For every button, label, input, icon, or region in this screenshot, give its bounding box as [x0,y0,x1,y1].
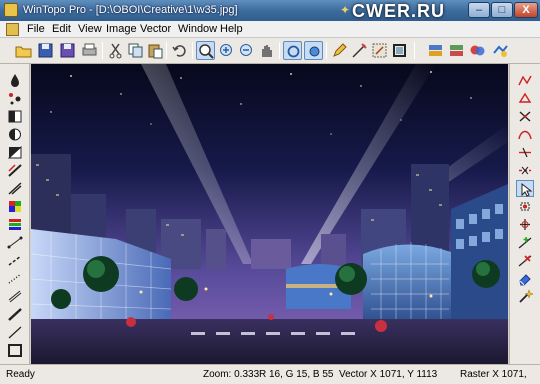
curve-icon[interactable] [516,126,534,143]
rectangle-icon[interactable] [6,342,24,359]
line-pen-icon[interactable] [350,41,369,60]
status-color: R 16, G 15, B 55 [259,369,334,380]
vector-layers-icon[interactable] [447,41,466,60]
main-toolbar [0,38,540,64]
pencil-icon[interactable] [330,41,349,60]
city-night-photo [31,64,508,364]
color-palette-icon[interactable] [6,198,24,215]
node-select-icon[interactable] [516,198,534,215]
menu-edit[interactable]: Edit [52,23,71,35]
title-bar: WinTopo Pro - [D:\OBOI\Creative\1\w35.jp… [0,0,540,21]
left-toolbar [0,64,30,364]
save-icon[interactable] [36,41,55,60]
open-folder-icon[interactable] [14,41,33,60]
zoom-in-icon[interactable] [217,41,236,60]
contrast-full-icon[interactable] [6,126,24,143]
zoom-out-icon[interactable] [237,41,256,60]
dash-line-icon[interactable] [6,252,24,269]
eraser-icon[interactable] [516,270,534,287]
node-add-icon[interactable] [516,234,534,251]
maximize-button[interactable]: □ [491,2,513,18]
status-zoom: Zoom: 0.333 [203,369,260,380]
split-icon[interactable] [516,144,534,161]
convert-icon[interactable] [491,41,510,60]
magic-select-icon[interactable] [516,288,534,305]
menu-window[interactable]: Window [178,23,217,35]
stroke-line-icon[interactable] [6,306,24,323]
image-canvas[interactable] [31,64,508,364]
fill-drop-icon[interactable] [6,72,24,89]
thin-line-icon[interactable] [6,234,24,251]
black-white-icon[interactable] [6,144,24,161]
menu-vector[interactable]: Vector [140,23,171,35]
polyline-icon[interactable] [516,72,534,89]
copy-icon[interactable] [126,41,145,60]
status-vector-coords: Vector X 1071, Y 1113 [339,369,438,380]
status-ready: Ready [6,369,35,380]
color-bars-icon[interactable] [6,216,24,233]
paste-icon[interactable] [146,41,165,60]
raster-layers-icon[interactable] [426,41,445,60]
window-title: WinTopo Pro - [D:\OBOI\Creative\1\w35.jp… [23,4,238,16]
polygon-icon[interactable] [516,90,534,107]
contrast-half-icon[interactable] [6,108,24,125]
diagonal-filter-icon[interactable] [6,180,24,197]
join-icon[interactable] [516,162,534,179]
zoom-window-icon[interactable] [196,41,215,60]
node-delete-icon[interactable] [516,252,534,269]
close-button[interactable]: X [514,2,538,18]
cursor-select-icon[interactable] [516,180,534,197]
double-line-icon[interactable] [6,288,24,305]
menu-view[interactable]: View [78,23,102,35]
menu-file[interactable]: File [27,23,45,35]
undo-icon[interactable] [170,41,189,60]
status-raster-coords: Raster X 1071, [460,369,527,380]
select-circle-icon[interactable] [304,41,323,60]
cross-node-icon[interactable] [516,108,534,125]
select-round-icon[interactable] [283,41,302,60]
dot-line-icon[interactable] [6,270,24,287]
snap-icon[interactable] [516,216,534,233]
line-tool-icon[interactable] [6,324,24,341]
document-menu-icon[interactable] [6,23,19,36]
right-toolbar [509,64,540,364]
cut-icon[interactable] [106,41,125,60]
watermark-star-icon: ✦ [340,3,351,17]
status-bar: Ready Zoom: 0.333 R 16, G 15, B 55 Vecto… [0,364,540,384]
crop-icon[interactable] [390,41,409,60]
menu-help[interactable]: Help [220,23,243,35]
pan-hand-icon[interactable] [257,41,276,60]
save-as-icon[interactable] [58,41,77,60]
minimize-button[interactable]: – [468,2,490,18]
dots-icon[interactable] [6,90,24,107]
app-icon [4,3,18,17]
print-icon[interactable] [80,41,99,60]
menu-image[interactable]: Image [106,23,137,35]
watermark: CWER.RU [352,1,445,21]
edit-region-icon[interactable] [370,41,389,60]
merge-icon[interactable] [468,41,487,60]
menu-bar: File Edit View Image Vector Window Help [0,21,540,38]
slash-filter-icon[interactable] [6,162,24,179]
